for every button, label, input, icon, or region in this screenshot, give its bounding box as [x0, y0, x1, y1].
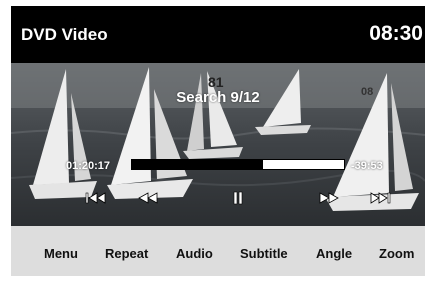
angle-button[interactable]: Angle [316, 246, 352, 261]
video-frame[interactable]: 81 08 Search 9/12 01:20:17 -39:53 [11, 63, 425, 226]
skip-next-icon[interactable] [367, 190, 393, 206]
menu-bar: Menu Repeat Audio Subtitle Angle Zoom [11, 226, 425, 276]
zoom-button[interactable]: Zoom [379, 246, 414, 261]
dvd-player-screen: DVD Video 08:30 81 08 Search 9/12 01:20:… [11, 6, 425, 276]
remaining-time: -39:53 [351, 160, 383, 172]
pause-icon[interactable] [225, 190, 251, 206]
menu-button[interactable]: Menu [44, 246, 78, 261]
subtitle-button[interactable]: Subtitle [240, 246, 288, 261]
header-bar: DVD Video 08:30 [11, 6, 425, 63]
repeat-button[interactable]: Repeat [105, 246, 148, 261]
sailboat-video-image: 81 08 [11, 63, 425, 226]
elapsed-time: 01:20:17 [66, 160, 111, 172]
progress-fill [132, 160, 264, 169]
sail-number-81: 81 [208, 74, 224, 90]
search-status: Search 9/12 [176, 89, 260, 106]
clock: 08:30 [369, 22, 423, 45]
app-title: DVD Video [21, 25, 108, 44]
skip-previous-icon[interactable] [83, 190, 109, 206]
fast-forward-icon[interactable] [316, 190, 342, 206]
rewind-icon[interactable] [135, 190, 161, 206]
audio-button[interactable]: Audio [176, 246, 213, 261]
progress-bar[interactable] [131, 159, 345, 170]
